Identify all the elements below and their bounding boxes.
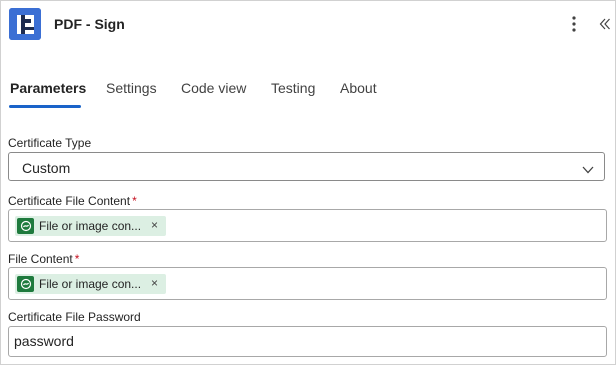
certificate-file-content-input[interactable]: File or image con... × [8,209,607,242]
active-tab-indicator [9,105,81,108]
tab-code-view[interactable]: Code view [181,80,246,96]
certificate-file-content-label-text: Certificate File Content [8,194,131,208]
required-mark: * [74,252,80,266]
chevron-down-icon [582,161,594,179]
token-label: File or image con... [39,277,142,291]
sharepoint-icon [17,218,34,234]
certificate-file-password-label: Certificate File Password [8,310,141,324]
tab-bar: Parameters Settings Code view Testing Ab… [1,73,615,113]
dynamic-content-token[interactable]: File or image con... × [15,216,166,236]
certificate-type-dropdown[interactable]: Custom [8,152,605,181]
token-remove-icon[interactable]: × [151,218,158,232]
more-vertical-icon[interactable] [564,13,584,35]
tab-parameters[interactable]: Parameters [10,80,86,96]
password-value: password [14,333,74,349]
certificate-file-content-label: Certificate File Content * [8,194,137,208]
file-content-label: File Content * [8,252,79,266]
tab-settings[interactable]: Settings [106,80,157,96]
tab-testing[interactable]: Testing [271,80,315,96]
tab-about[interactable]: About [340,80,377,96]
token-label: File or image con... [39,219,142,233]
pdf-connector-icon [9,8,41,40]
panel-title: PDF - Sign [54,16,125,32]
certificate-file-password-input[interactable]: password [8,326,607,357]
required-mark: * [132,194,137,208]
certificate-type-label: Certificate Type [8,136,92,150]
action-panel: PDF - Sign Parameters Settings Code view… [0,0,616,365]
panel-header: PDF - Sign [1,1,615,47]
file-content-input[interactable]: File or image con... × [8,267,607,300]
double-chevron-left-icon[interactable] [595,13,615,35]
file-content-label-text: File Content [8,252,73,266]
certificate-type-value: Custom [22,160,71,176]
dynamic-content-token[interactable]: File or image con... × [15,274,166,294]
token-remove-icon[interactable]: × [151,276,158,290]
sharepoint-icon [17,276,34,292]
